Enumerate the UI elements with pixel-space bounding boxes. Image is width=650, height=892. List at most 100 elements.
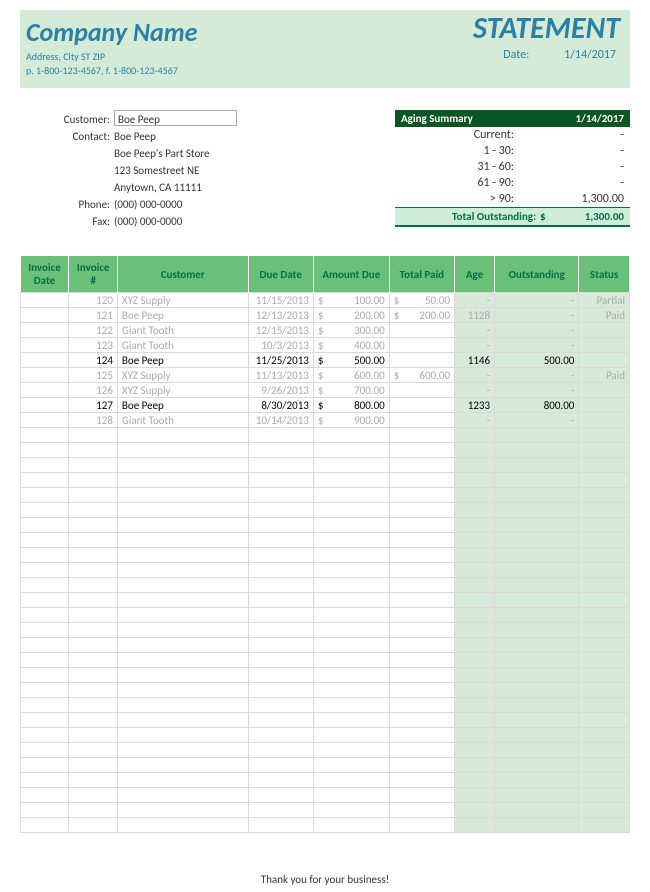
cell-outstanding[interactable] [495, 668, 579, 683]
cell-due-date[interactable] [248, 488, 313, 503]
cell-customer[interactable] [117, 608, 248, 623]
cell-total-paid[interactable] [389, 638, 454, 653]
cell-age[interactable] [455, 803, 495, 818]
cell-due-date[interactable] [248, 773, 313, 788]
cell-invoice-date[interactable] [21, 593, 69, 608]
cell-outstanding[interactable] [495, 653, 579, 668]
cell-due-date[interactable] [248, 428, 313, 443]
cell-invoice-date[interactable] [21, 608, 69, 623]
cell-invoice-num[interactable] [69, 488, 117, 503]
cell-invoice-date[interactable] [21, 473, 69, 488]
cell-amount-due[interactable] [313, 638, 389, 653]
cell-invoice-num[interactable]: 123 [69, 338, 117, 353]
cell-outstanding[interactable] [495, 473, 579, 488]
cell-invoice-date[interactable] [21, 323, 69, 338]
cell-status[interactable] [579, 533, 630, 548]
cell-status[interactable] [579, 323, 630, 338]
cell-status[interactable] [579, 683, 630, 698]
cell-amount-due[interactable] [313, 788, 389, 803]
cell-invoice-num[interactable] [69, 458, 117, 473]
cell-invoice-date[interactable] [21, 533, 69, 548]
cell-due-date[interactable]: 11/13/2013 [248, 368, 313, 383]
cell-invoice-date[interactable] [21, 518, 69, 533]
cell-age[interactable]: 1146 [455, 353, 495, 368]
cell-status[interactable] [579, 743, 630, 758]
cell-customer[interactable] [117, 773, 248, 788]
cell-amount-due[interactable] [313, 458, 389, 473]
cell-customer[interactable]: Boe Peep [117, 308, 248, 323]
cell-status[interactable] [579, 548, 630, 563]
cell-status[interactable] [579, 383, 630, 398]
cell-due-date[interactable]: 12/13/2013 [248, 308, 313, 323]
cell-outstanding[interactable] [495, 548, 579, 563]
cell-total-paid[interactable] [389, 533, 454, 548]
cell-due-date[interactable] [248, 788, 313, 803]
cell-outstanding[interactable] [495, 638, 579, 653]
cell-age[interactable] [455, 638, 495, 653]
cell-status[interactable] [579, 668, 630, 683]
cell-due-date[interactable] [248, 728, 313, 743]
cell-invoice-num[interactable] [69, 518, 117, 533]
cell-outstanding[interactable]: - [495, 293, 579, 308]
cell-total-paid[interactable] [389, 548, 454, 563]
cell-total-paid[interactable] [389, 758, 454, 773]
cell-invoice-num[interactable]: 128 [69, 413, 117, 428]
cell-invoice-date[interactable] [21, 428, 69, 443]
cell-invoice-num[interactable] [69, 653, 117, 668]
cell-due-date[interactable] [248, 533, 313, 548]
cell-age[interactable]: 1233 [455, 398, 495, 413]
cell-age[interactable] [455, 773, 495, 788]
cell-invoice-num[interactable] [69, 563, 117, 578]
cell-customer[interactable] [117, 488, 248, 503]
cell-customer[interactable] [117, 533, 248, 548]
cell-due-date[interactable] [248, 578, 313, 593]
cell-invoice-num[interactable]: 122 [69, 323, 117, 338]
cell-invoice-num[interactable]: 124 [69, 353, 117, 368]
cell-status[interactable] [579, 398, 630, 413]
cell-status[interactable] [579, 728, 630, 743]
cell-invoice-date[interactable] [21, 653, 69, 668]
cell-invoice-date[interactable] [21, 758, 69, 773]
cell-total-paid[interactable] [389, 563, 454, 578]
cell-age[interactable] [455, 683, 495, 698]
cell-invoice-date[interactable] [21, 818, 69, 833]
cell-age[interactable]: - [455, 383, 495, 398]
cell-age[interactable] [455, 503, 495, 518]
cell-customer[interactable] [117, 458, 248, 473]
cell-status[interactable] [579, 428, 630, 443]
cell-invoice-num[interactable]: 126 [69, 383, 117, 398]
cell-age[interactable] [455, 608, 495, 623]
cell-due-date[interactable] [248, 743, 313, 758]
cell-invoice-date[interactable] [21, 398, 69, 413]
cell-age[interactable] [455, 668, 495, 683]
cell-customer[interactable] [117, 623, 248, 638]
cell-customer[interactable]: XYZ Supply [117, 293, 248, 308]
cell-invoice-date[interactable] [21, 488, 69, 503]
cell-due-date[interactable]: 11/15/2013 [248, 293, 313, 308]
cell-amount-due[interactable] [313, 668, 389, 683]
cell-age[interactable] [455, 563, 495, 578]
cell-invoice-date[interactable] [21, 353, 69, 368]
cell-customer[interactable] [117, 743, 248, 758]
cell-invoice-num[interactable]: 120 [69, 293, 117, 308]
cell-invoice-date[interactable] [21, 773, 69, 788]
cell-total-paid[interactable] [389, 593, 454, 608]
cell-age[interactable] [455, 488, 495, 503]
cell-age[interactable] [455, 623, 495, 638]
cell-customer[interactable]: XYZ Supply [117, 383, 248, 398]
cell-due-date[interactable] [248, 518, 313, 533]
cell-total-paid[interactable] [389, 353, 454, 368]
cell-age[interactable] [455, 578, 495, 593]
cell-outstanding[interactable] [495, 743, 579, 758]
cell-invoice-num[interactable]: 127 [69, 398, 117, 413]
cell-amount-due[interactable]: $200.00 [313, 308, 389, 323]
cell-total-paid[interactable] [389, 668, 454, 683]
cell-amount-due[interactable] [313, 773, 389, 788]
cell-invoice-date[interactable] [21, 308, 69, 323]
cell-status[interactable] [579, 788, 630, 803]
cell-amount-due[interactable] [313, 503, 389, 518]
cell-status[interactable] [579, 818, 630, 833]
cell-customer[interactable] [117, 683, 248, 698]
cell-outstanding[interactable] [495, 698, 579, 713]
cell-status[interactable] [579, 473, 630, 488]
